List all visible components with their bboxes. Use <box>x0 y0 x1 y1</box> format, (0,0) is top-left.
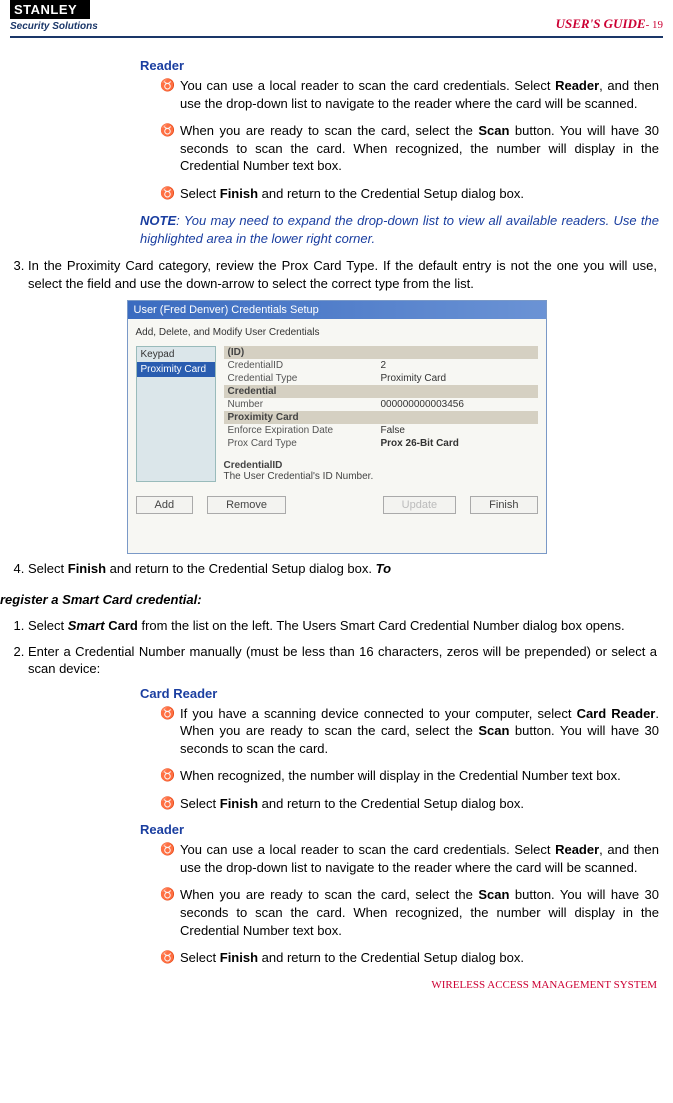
step-4: Select Finish and return to the Credenti… <box>28 560 657 578</box>
page-header: STANLEY Security Solutions USER'S GUIDE-… <box>10 0 663 38</box>
prop-val[interactable]: Prox 26-Bit Card <box>381 438 534 449</box>
reader2-heading: Reader <box>140 822 659 837</box>
reader-bullet-3: Select Finish and return to the Credenti… <box>160 185 659 203</box>
footer-text: WIRELESS ACCESS MANAGEMENT SYSTEM <box>10 977 663 997</box>
cardreader-bullet-3: Select Finish and return to the Credenti… <box>160 795 659 813</box>
reader2-bullet-1: You can use a local reader to scan the c… <box>160 841 659 876</box>
step-3: In the Proximity Card category, review t… <box>28 257 657 292</box>
users-guide-label: USER'S GUIDE <box>556 16 646 31</box>
prop-key: Credential Type <box>228 373 381 384</box>
desc-title: CredentialID <box>224 460 538 471</box>
credentials-dialog: User (Fred Denver) Credentials Setup Add… <box>127 300 547 554</box>
list-item-keypad[interactable]: Keypad <box>137 347 215 362</box>
dialog-subtitle: Add, Delete, and Modify User Credentials <box>136 327 538 338</box>
dialog-left-list[interactable]: Keypad Proximity Card <box>136 346 216 482</box>
prop-key: Number <box>228 399 381 410</box>
page-number: - 19 <box>646 19 663 31</box>
register-heading: register a Smart Card credential: <box>0 592 663 607</box>
reader2-bullet-2: When you are ready to scan the card, sel… <box>160 886 659 939</box>
cardreader-bullet-2: When recognized, the number will display… <box>160 767 659 785</box>
reader-bullet-2: When you are ready to scan the card, sel… <box>160 122 659 175</box>
prop-group-credential: Credential <box>224 385 538 398</box>
finish-button[interactable]: Finish <box>470 496 537 514</box>
add-button[interactable]: Add <box>136 496 194 514</box>
prop-key: Prox Card Type <box>228 438 381 449</box>
logo-text: STANLEY <box>10 0 90 19</box>
dialog-properties: (ID) CredentialID2 Credential TypeProxim… <box>224 346 538 482</box>
prop-key: CredentialID <box>228 360 381 371</box>
reader-bullet-1: You can use a local reader to scan the c… <box>160 77 659 112</box>
prop-val: False <box>381 425 534 436</box>
list-item-proximity[interactable]: Proximity Card <box>137 362 215 377</box>
reader2-bullet-3: Select Finish and return to the Credenti… <box>160 949 659 967</box>
dialog-titlebar: User (Fred Denver) Credentials Setup <box>128 301 546 319</box>
prop-group-proxcard: Proximity Card <box>224 411 538 424</box>
sc-step-2: Enter a Credential Number manually (must… <box>28 643 657 678</box>
header-right: USER'S GUIDE- 19 <box>556 16 663 32</box>
logo-subtext: Security Solutions <box>10 21 98 32</box>
prop-val: 000000000003456 <box>381 399 534 410</box>
card-reader-heading: Card Reader <box>140 686 659 701</box>
sc-step-1: Select Smart Card from the list on the l… <box>28 617 657 635</box>
cardreader-bullet-1: If you have a scanning device connected … <box>160 705 659 758</box>
note-text: NOTE: You may need to expand the drop-do… <box>140 212 659 247</box>
reader-heading: Reader <box>140 58 659 73</box>
prop-key: Enforce Expiration Date <box>228 425 381 436</box>
prop-val: Proximity Card <box>381 373 534 384</box>
prop-val: 2 <box>381 360 534 371</box>
update-button[interactable]: Update <box>383 496 456 514</box>
desc-body: The User Credential's ID Number. <box>224 471 538 482</box>
remove-button[interactable]: Remove <box>207 496 286 514</box>
prop-group-id: (ID) <box>224 346 538 359</box>
brand-logo: STANLEY Security Solutions <box>10 0 98 32</box>
